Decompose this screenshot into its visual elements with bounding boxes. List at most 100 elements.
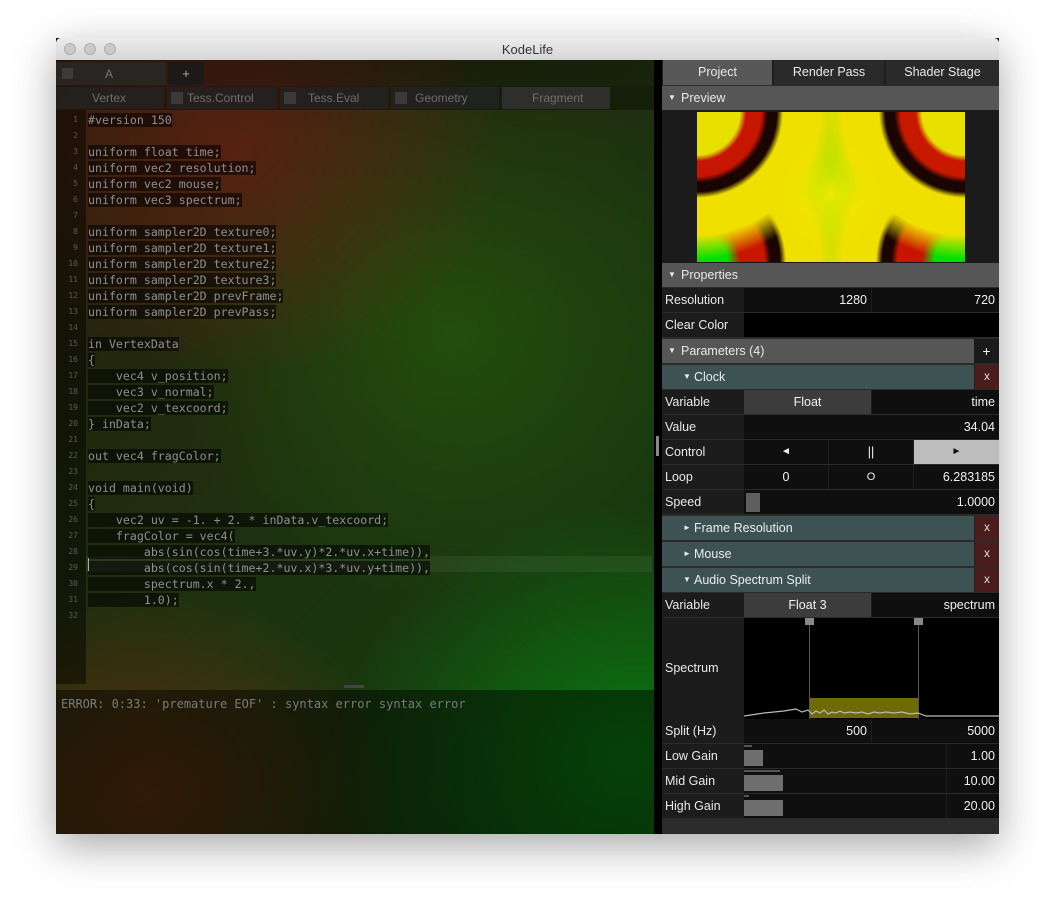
remove-audio-button[interactable]: x xyxy=(975,568,999,592)
audio-type-select[interactable]: Float 3 xyxy=(744,593,871,617)
code-line-text: uniform sampler2D prevFrame; xyxy=(88,288,284,304)
tab-tess-control[interactable]: Tess.Control xyxy=(167,87,277,109)
clear-color-swatch[interactable] xyxy=(744,313,999,337)
code-line[interactable]: 7 xyxy=(56,208,652,224)
code-line[interactable]: 13 uniform sampler2D prevPass; xyxy=(56,304,652,320)
code-line[interactable]: 31 1.0); xyxy=(56,592,652,608)
loop-mode-toggle[interactable]: O xyxy=(829,465,913,489)
clock-value-row: Value 34.04 xyxy=(662,415,999,439)
code-line[interactable]: 21 xyxy=(56,432,652,448)
loop-end-field[interactable]: 6.283185 xyxy=(914,465,999,489)
parameters-section-header[interactable]: ▼ Parameters (4) + xyxy=(662,339,999,363)
tab-tess-eval[interactable]: Tess.Eval xyxy=(280,87,388,109)
remove-mouse-button[interactable]: x xyxy=(975,542,999,566)
frame-resolution-parameter-header[interactable]: ► Frame Resolution x xyxy=(662,516,999,540)
mouse-parameter-header[interactable]: ► Mouse x xyxy=(662,542,999,566)
code-line[interactable]: 25 { xyxy=(56,496,652,512)
code-line[interactable]: 16 { xyxy=(56,352,652,368)
code-line[interactable]: 14 xyxy=(56,320,652,336)
code-line[interactable]: 28 abs(sin(cos(time+3.*uv.y)*2.*uv.x+tim… xyxy=(56,544,652,560)
play-button[interactable]: ► xyxy=(914,440,999,464)
tab-geometry[interactable]: Geometry xyxy=(391,87,499,109)
code-line[interactable]: 9 uniform sampler2D texture1; xyxy=(56,240,652,256)
remove-frame-resolution-button[interactable]: x xyxy=(975,516,999,540)
pass-tab-a[interactable]: A xyxy=(56,62,166,85)
panel-splitter[interactable] xyxy=(654,60,662,834)
low-gain-slider-handle[interactable] xyxy=(744,750,763,766)
code-line[interactable]: 4 uniform vec2 resolution; xyxy=(56,160,652,176)
shader-preview[interactable] xyxy=(697,112,965,262)
code-line[interactable]: 20} inData; xyxy=(56,416,652,432)
low-gain-meter[interactable] xyxy=(744,744,946,768)
clock-parameter-header[interactable]: ▼ Clock x xyxy=(662,365,999,389)
resolution-height-field[interactable]: 720 xyxy=(872,288,999,312)
audio-variable-name-field[interactable]: spectrum xyxy=(872,593,999,617)
tess-eval-checkbox[interactable] xyxy=(284,92,296,104)
code-line[interactable]: 11 uniform sampler2D texture3; xyxy=(56,272,652,288)
code-text-area[interactable]: 1 #version 150 2 3 uniform float time; 4 unifo… xyxy=(56,110,652,684)
mid-gain-meter[interactable] xyxy=(744,769,946,793)
properties-section-header[interactable]: ▼ Properties xyxy=(662,263,999,287)
code-line[interactable]: 24 void main(void) xyxy=(56,480,652,496)
code-line[interactable]: 19 vec2 v_texcoord; xyxy=(56,400,652,416)
code-line[interactable]: 26 vec2 uv = -1. + 2. * inData.v_texcoor… xyxy=(56,512,652,528)
high-gain-meter[interactable] xyxy=(744,794,946,818)
code-line[interactable]: 12 uniform sampler2D prevFrame; xyxy=(56,288,652,304)
loop-start-field[interactable]: 0 xyxy=(744,465,828,489)
remove-clock-button[interactable]: x xyxy=(975,365,999,389)
low-gain-value[interactable]: 1.00 xyxy=(947,744,999,768)
rewind-button[interactable]: ◄ xyxy=(744,440,828,464)
speed-slider[interactable]: 1.0000 xyxy=(744,490,999,514)
preview-section-header[interactable]: ▼ Preview xyxy=(662,86,999,110)
pause-button[interactable]: || xyxy=(829,440,913,464)
code-line[interactable]: 32 xyxy=(56,608,652,624)
splitter-grip[interactable] xyxy=(656,436,659,456)
code-line[interactable]: 22 out vec4 fragColor; xyxy=(56,448,652,464)
code-line[interactable]: 15 in VertexData xyxy=(56,336,652,352)
code-line[interactable]: 5 uniform vec2 mouse; xyxy=(56,176,652,192)
code-line[interactable]: 27 fragColor = vec4( xyxy=(56,528,652,544)
tab-render-pass[interactable]: Render Pass xyxy=(774,60,884,85)
code-line[interactable]: 10 uniform sampler2D texture2; xyxy=(56,256,652,272)
code-line[interactable]: 1 #version 150 xyxy=(56,112,652,128)
clock-type-select[interactable]: Float xyxy=(744,390,871,414)
console-resize-handle[interactable] xyxy=(344,685,364,688)
code-line[interactable]: 23 xyxy=(56,464,652,480)
high-gain-slider-handle[interactable] xyxy=(744,800,783,816)
split-low-field[interactable]: 500 xyxy=(744,719,871,743)
speed-slider-handle[interactable] xyxy=(746,493,760,512)
tess-control-checkbox[interactable] xyxy=(171,92,183,104)
mid-gain-slider-handle[interactable] xyxy=(744,775,783,791)
geometry-checkbox[interactable] xyxy=(395,92,407,104)
add-pass-button[interactable]: + xyxy=(168,62,204,85)
spectrum-graph[interactable] xyxy=(744,618,999,719)
code-line[interactable]: 2 xyxy=(56,128,652,144)
split-high-field[interactable]: 5000 xyxy=(872,719,999,743)
high-split-handle[interactable] xyxy=(914,618,923,625)
mid-gain-value[interactable]: 10.00 xyxy=(947,769,999,793)
tab-vertex[interactable]: Vertex xyxy=(56,87,164,109)
tab-project[interactable]: Project xyxy=(663,60,772,85)
properties-header-label: Properties xyxy=(681,268,738,282)
tab-shader-stage[interactable]: Shader Stage xyxy=(886,60,999,85)
pass-enable-checkbox[interactable] xyxy=(62,68,73,79)
code-line[interactable]: 8 uniform sampler2D texture0; xyxy=(56,224,652,240)
code-line-content: out vec4 fragColor; xyxy=(88,449,221,463)
high-gain-value[interactable]: 20.00 xyxy=(947,794,999,818)
clock-value-field[interactable]: 34.04 xyxy=(744,415,999,439)
code-line[interactable]: 17 vec4 v_position; xyxy=(56,368,652,384)
code-line[interactable]: 30 spectrum.x * 2., xyxy=(56,576,652,592)
code-line-text: #version 150 xyxy=(88,112,172,128)
code-line[interactable]: 3 uniform float time; xyxy=(56,144,652,160)
code-line-text: uniform sampler2D texture1; xyxy=(88,240,277,256)
code-line[interactable]: 6 uniform vec3 spectrum; xyxy=(56,192,652,208)
tab-fragment[interactable]: Fragment xyxy=(502,87,610,109)
low-split-handle[interactable] xyxy=(805,618,814,625)
resolution-width-field[interactable]: 1280 xyxy=(744,288,871,312)
audio-spectrum-parameter-header[interactable]: ▼ Audio Spectrum Split x xyxy=(662,568,999,592)
code-line[interactable]: 29 abs(cos(sin(time+2.*uv.x)*3.*uv.y+tim… xyxy=(56,560,652,576)
clock-speed-label: Speed xyxy=(665,495,702,509)
add-parameter-button[interactable]: + xyxy=(974,339,999,363)
code-line[interactable]: 18 vec3 v_normal; xyxy=(56,384,652,400)
clock-variable-name-field[interactable]: time xyxy=(872,390,999,414)
